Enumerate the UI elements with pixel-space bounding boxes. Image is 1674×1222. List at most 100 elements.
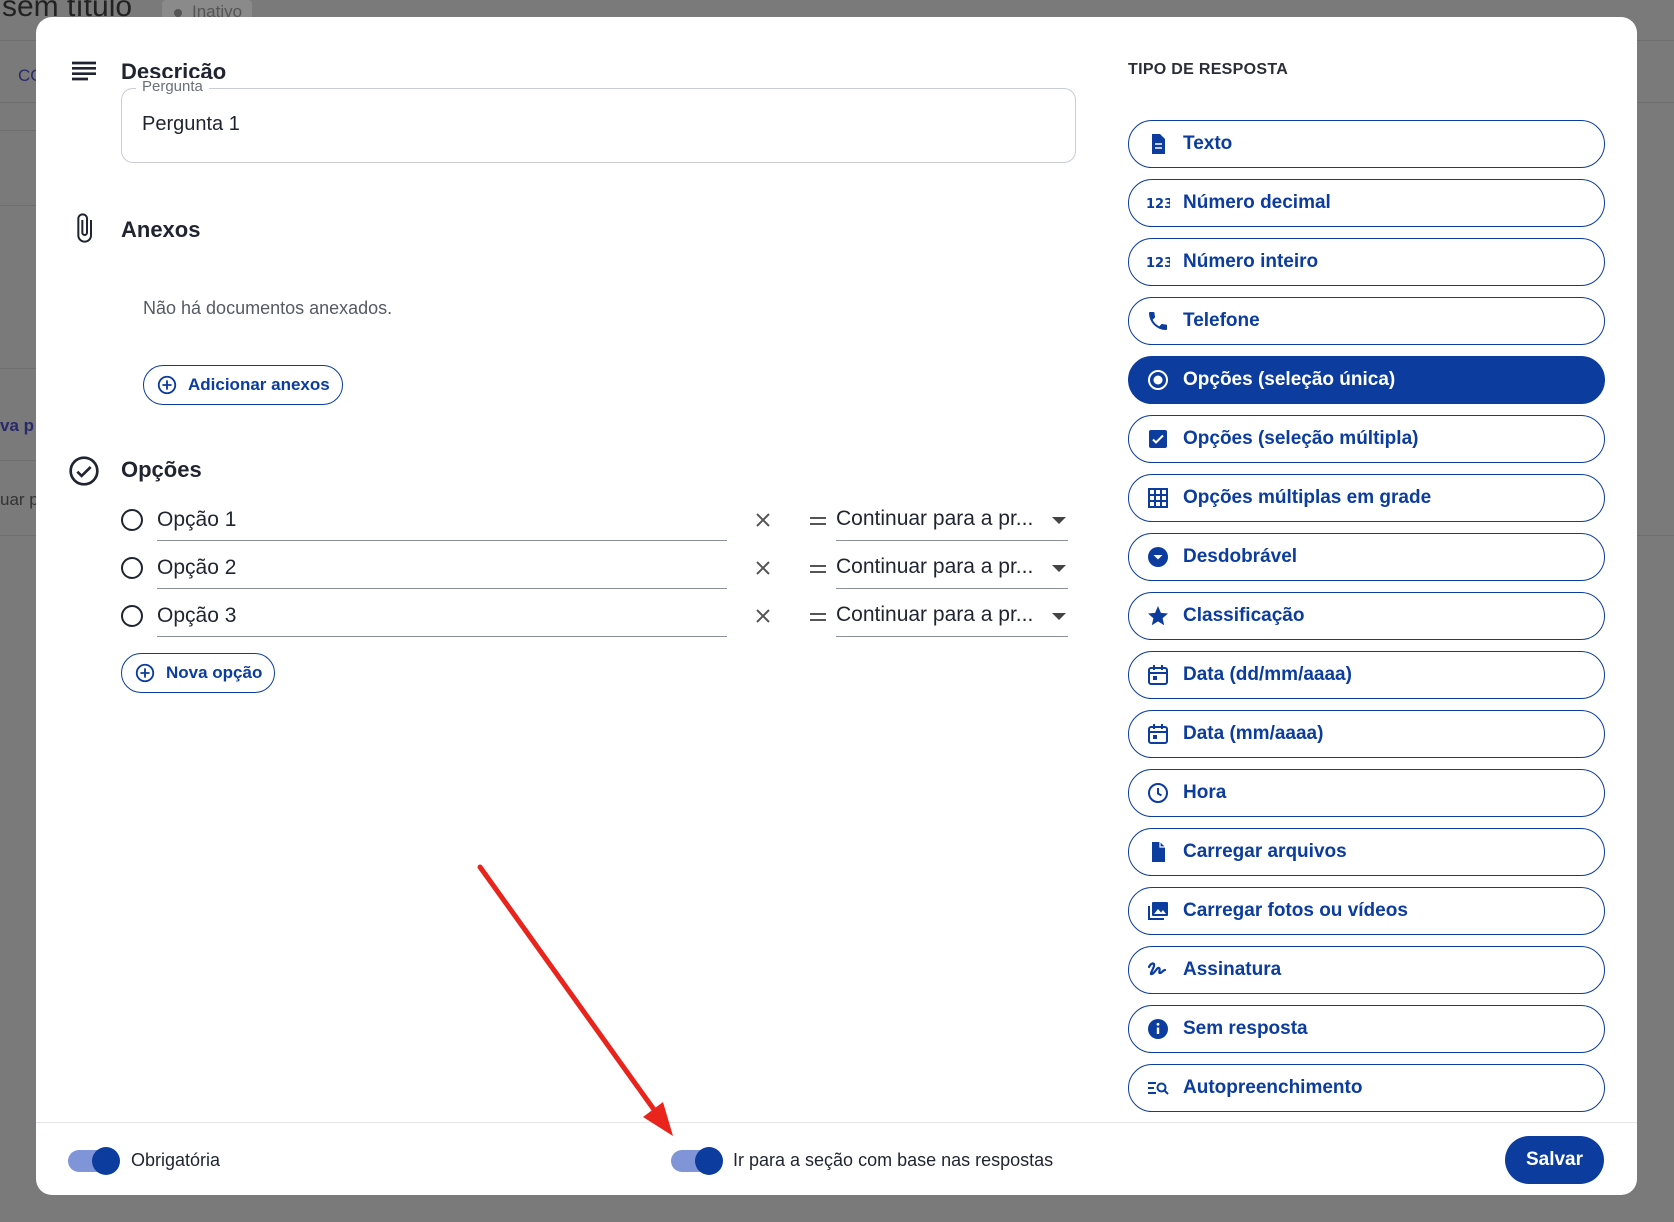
attachments-title: Anexos	[121, 217, 201, 242]
type-label: Hora	[1183, 782, 1227, 803]
save-button[interactable]: Salvar	[1505, 1136, 1604, 1184]
numbers-icon: 123	[1145, 190, 1171, 216]
type-text-button[interactable]: Texto	[1128, 120, 1605, 168]
radio-icon	[121, 557, 143, 579]
info-icon	[1145, 1016, 1171, 1042]
add-circle-icon	[157, 375, 177, 395]
type-date-full-button[interactable]: Data (dd/mm/aaaa)	[1128, 651, 1605, 699]
background-divider	[0, 130, 40, 131]
question-editor-modal: Descrição Pergunta Pergunta 1 Anexos Não…	[36, 17, 1637, 1195]
type-label: Telefone	[1183, 310, 1260, 331]
remove-option-icon[interactable]	[751, 556, 775, 580]
remove-option-icon[interactable]	[751, 508, 775, 532]
new-option-button[interactable]: Nova opção	[121, 653, 276, 693]
type-multiple-choice-button[interactable]: Opções (seleção múltipla)	[1128, 415, 1605, 463]
type-date-month-button[interactable]: Data (mm/aaaa)	[1128, 710, 1605, 758]
signature-icon	[1145, 957, 1171, 983]
background-divider	[0, 205, 40, 206]
type-label: Classificação	[1183, 605, 1305, 626]
svg-text:123: 123	[1146, 256, 1170, 271]
add-attachments-label: Adicionar anexos	[188, 375, 330, 394]
type-dropdown-button[interactable]: Desdobrável	[1128, 533, 1605, 581]
type-integer-button[interactable]: 123 Número inteiro	[1128, 238, 1605, 286]
new-option-label: Nova opção	[166, 663, 263, 682]
type-rating-button[interactable]: Classificação	[1128, 592, 1605, 640]
remove-option-icon[interactable]	[751, 604, 775, 628]
branching-label: Ir para a seção com base nas respostas	[733, 1150, 1054, 1170]
add-circle-icon	[135, 663, 155, 683]
type-label: Número decimal	[1183, 192, 1331, 213]
question-field-label: Pergunta	[136, 78, 209, 95]
grid-icon	[1145, 485, 1171, 511]
type-label: Sem resposta	[1183, 1018, 1308, 1039]
chevron-down-icon	[1052, 517, 1066, 524]
response-type-title: TIPO DE RESPOSTA	[1128, 61, 1289, 78]
option-branch-value: Continuar para a pr...	[836, 555, 1034, 578]
type-label: Número inteiro	[1183, 251, 1319, 272]
type-decimal-button[interactable]: 123 Número decimal	[1128, 179, 1605, 227]
type-upload-files-button[interactable]: Carregar arquivos	[1128, 828, 1605, 876]
background-divider	[0, 368, 40, 369]
attachments-empty-text: Não há documentos anexados.	[143, 298, 393, 318]
type-single-choice-button[interactable]: Opções (seleção única)	[1128, 356, 1605, 404]
type-no-answer-button[interactable]: Sem resposta	[1128, 1005, 1605, 1053]
calendar-icon	[1145, 662, 1171, 688]
question-field[interactable]: Pergunta Pergunta 1	[121, 78, 1076, 163]
option-input[interactable]: Opção 3	[157, 595, 727, 637]
type-label: Opções (seleção múltipla)	[1183, 428, 1419, 449]
type-autofill-button[interactable]: Autopreenchimento	[1128, 1064, 1605, 1112]
dropdown-icon	[1145, 544, 1171, 570]
chevron-down-icon	[1052, 565, 1066, 572]
type-label: Autopreenchimento	[1183, 1077, 1363, 1098]
background-divider	[1636, 535, 1674, 536]
type-label: Opções múltiplas em grade	[1183, 487, 1432, 508]
type-phone-button[interactable]: Telefone	[1128, 297, 1605, 345]
photos-icon	[1145, 898, 1171, 924]
type-label: Carregar fotos ou vídeos	[1183, 900, 1408, 921]
type-label: Desdobrável	[1183, 546, 1298, 567]
option-input[interactable]: Opção 1	[157, 499, 727, 541]
type-time-button[interactable]: Hora	[1128, 769, 1605, 817]
drag-handle-icon[interactable]	[806, 605, 830, 629]
radio-icon	[121, 509, 143, 531]
background-divider	[0, 535, 40, 536]
drag-handle-icon[interactable]	[806, 509, 830, 533]
type-signature-button[interactable]: Assinatura	[1128, 946, 1605, 994]
required-toggle[interactable]	[68, 1147, 120, 1175]
numbers-icon: 123	[1145, 249, 1171, 275]
document-icon	[1145, 131, 1171, 157]
question-field-value[interactable]: Pergunta 1	[142, 113, 240, 136]
paperclip-icon	[77, 213, 92, 243]
background-divider	[0, 460, 40, 461]
branching-toggle[interactable]	[671, 1147, 723, 1175]
autofill-icon	[1145, 1075, 1171, 1101]
background-divider	[0, 102, 40, 103]
drag-handle-icon[interactable]	[806, 557, 830, 581]
type-label: Assinatura	[1183, 959, 1282, 980]
calendar-icon	[1145, 721, 1171, 747]
type-label: Carregar arquivos	[1183, 841, 1347, 862]
background-text-fragment: uar p	[0, 490, 39, 509]
type-upload-photos-button[interactable]: Carregar fotos ou vídeos	[1128, 887, 1605, 935]
check-circle-icon	[69, 456, 99, 486]
clock-icon	[1145, 780, 1171, 806]
required-label: Obrigatória	[131, 1150, 221, 1170]
option-input[interactable]: Opção 2	[157, 547, 727, 589]
add-attachments-button[interactable]: Adicionar anexos	[143, 365, 343, 405]
svg-text:123: 123	[1146, 197, 1170, 212]
background-divider	[1636, 102, 1674, 103]
option-row: Opção 1 Continuar para a pr...	[121, 499, 1106, 541]
background-text-fragment: va p	[0, 416, 35, 435]
radio-icon	[121, 605, 143, 627]
radio-icon	[1145, 367, 1171, 393]
option-branch-select[interactable]: Continuar para a pr...	[836, 595, 1068, 637]
type-grid-button[interactable]: Opções múltiplas em grade	[1128, 474, 1605, 522]
modal-footer: Obrigatória Ir para a seção com base nas…	[36, 1122, 1637, 1195]
options-title: Opções	[121, 457, 202, 482]
option-branch-select[interactable]: Continuar para a pr...	[836, 499, 1068, 541]
option-branch-select[interactable]: Continuar para a pr...	[836, 547, 1068, 589]
toggle-knob	[92, 1147, 120, 1175]
question-editor-main: Descrição Pergunta Pergunta 1 Anexos Não…	[36, 17, 1096, 1117]
type-label: Data (dd/mm/aaaa)	[1183, 664, 1352, 685]
type-label: Data (mm/aaaa)	[1183, 723, 1324, 744]
